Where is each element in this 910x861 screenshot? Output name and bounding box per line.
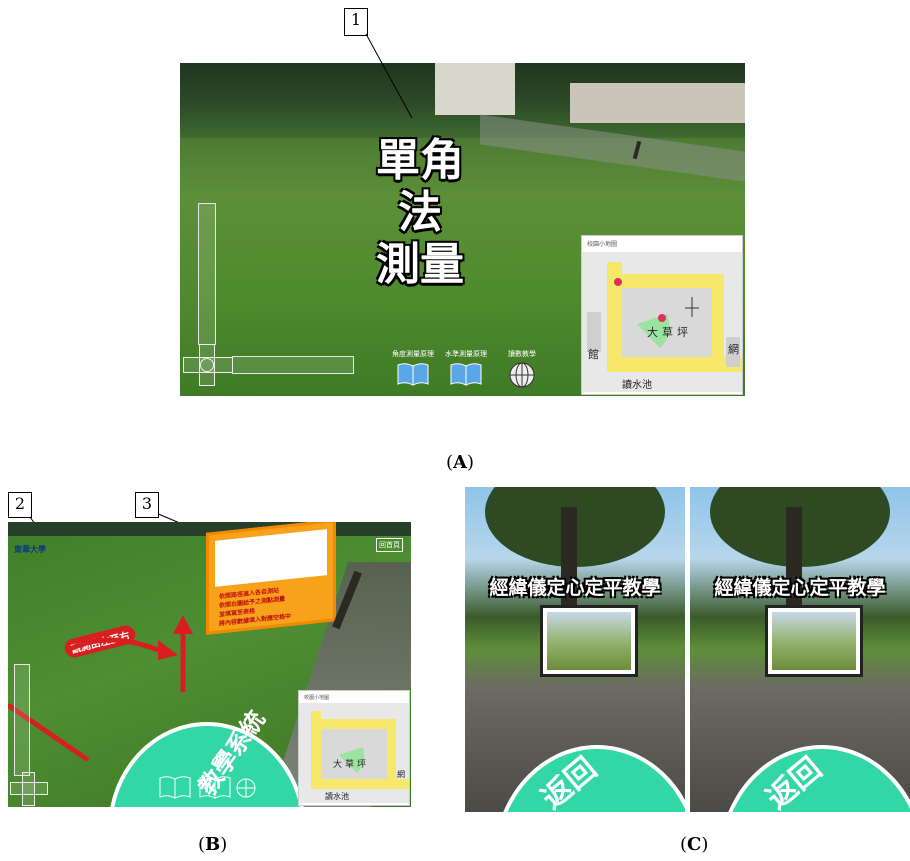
vertical-zoom-slider[interactable] — [14, 664, 30, 776]
dpad-horizontal-arm[interactable] — [10, 782, 48, 795]
tree-trunk — [561, 507, 577, 617]
video-thumbnail — [547, 612, 631, 670]
callout-3: 3 — [135, 492, 159, 518]
vr-right-eye: 經緯儀定心定平教學 返回 — [690, 487, 910, 812]
minimap-bottom-label: 讀水池 — [325, 792, 349, 801]
data-sheet — [215, 529, 327, 587]
vr-menu-dome[interactable]: 返回 — [493, 745, 685, 812]
minimap-graphic — [299, 703, 409, 803]
vr-left-eye: 經緯儀定心定平教學 返回 — [465, 487, 685, 812]
minimap-field-char: 大 — [333, 760, 343, 770]
caption-b: (B) — [198, 834, 228, 855]
home-button[interactable]: 回首頁 — [376, 538, 403, 552]
vr-title: 經緯儀定心定平教學 — [489, 577, 661, 599]
dome-text: 返回 — [535, 750, 604, 812]
vr-menu-dome[interactable]: 返回 — [718, 745, 910, 812]
toolbar-icons — [159, 776, 256, 799]
tree-trunk — [786, 507, 802, 617]
minimap-right-label: 網 — [397, 770, 405, 779]
vr-video-board[interactable] — [540, 605, 638, 677]
vr-video-board[interactable] — [765, 605, 863, 677]
dome-text: 返回 — [760, 750, 829, 812]
callout-2: 2 — [8, 492, 32, 518]
panel-b-vr-scene: 東華大學 依照路徑進入各自測站 依照右圖給予之測點測量 並填寫至表格 將內容數據… — [8, 522, 411, 807]
instruction-board[interactable]: 依照路徑進入各自測站 依照右圖給予之測點測量 並填寫至表格 將內容數據填入對應空… — [206, 522, 336, 635]
minimap-field-char: 坪 — [357, 760, 367, 770]
panel-c-vr-stereo-view: 經緯儀定心定平教學 返回 經緯儀定心定平教學 返回 — [465, 487, 910, 812]
video-thumbnail — [772, 612, 856, 670]
caption-a: (A) — [446, 452, 475, 473]
minimap-field-char: 草 — [345, 760, 355, 770]
campus-minimap[interactable]: 校園小地圖 大 草 坪 網 讀水池 — [298, 690, 410, 806]
caption-c: (C) — [680, 834, 709, 855]
university-logo: 東華大學 — [14, 545, 46, 554]
direction-pad[interactable] — [10, 772, 48, 806]
instruction-text: 依照路徑進入各自測站 依照右圖給予之測點測量 並填寫至表格 將內容數據填入對應空… — [219, 581, 325, 628]
vr-title: 經緯儀定心定平教學 — [714, 577, 886, 599]
